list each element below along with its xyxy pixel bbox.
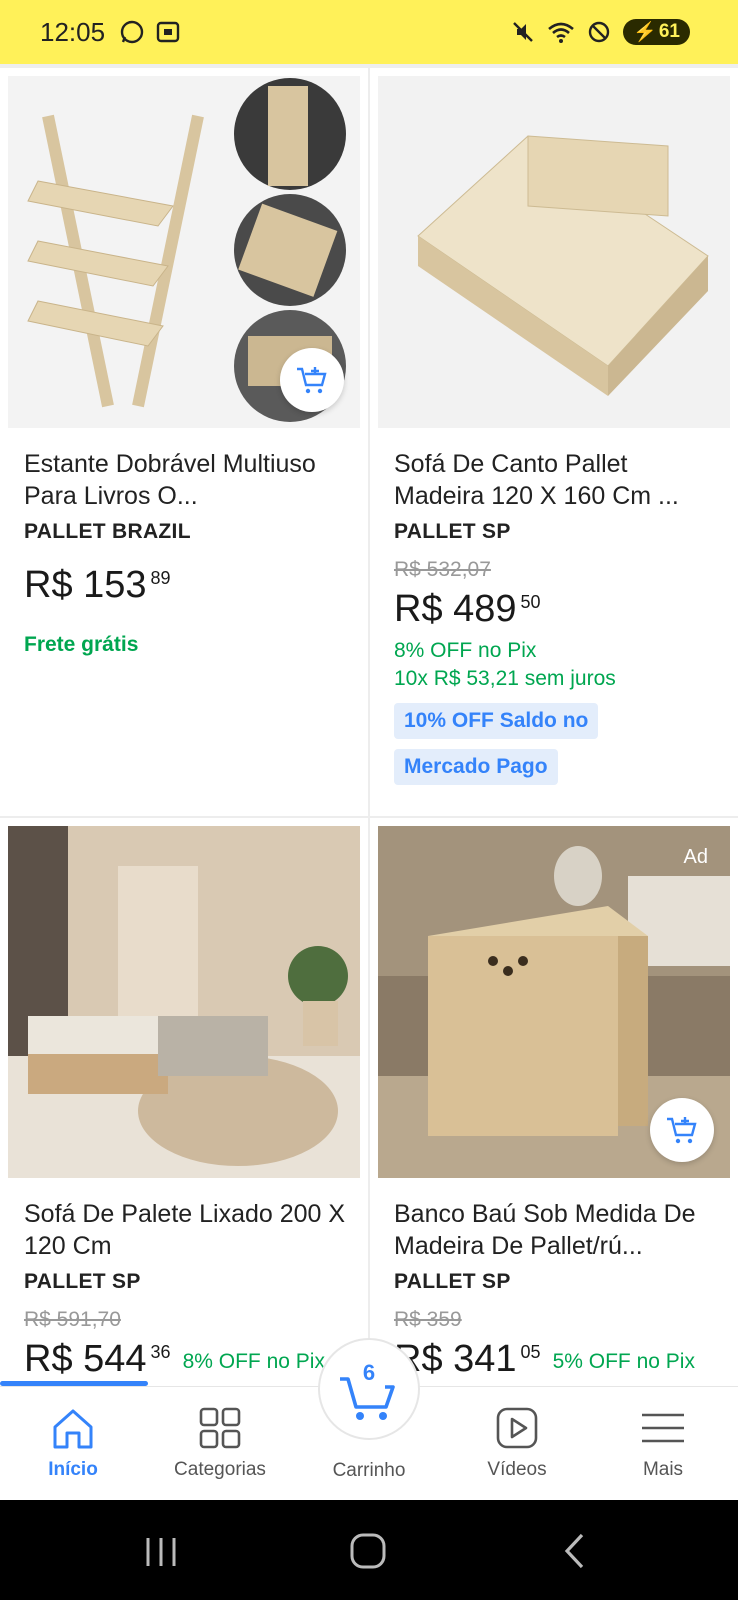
old-price: R$ 591,70 [24,1308,121,1331]
product-grid: Estante Dobrável Multiuso Para Livros O.… [0,68,738,1386]
promo-badge: Mercado Pago [394,749,558,785]
product-image[interactable] [8,826,360,1178]
product-title[interactable]: Banco Baú Sob Medida De Madeira De Palle… [394,1198,718,1262]
nav-more-label: Mais [642,1459,684,1480]
product-seller: PALLET SP [394,520,511,543]
status-bar: 12:05 ⚡ 61 [0,0,738,64]
sofa-corner-photo [378,76,730,428]
product-card[interactable]: Ad Banco Baú Sob Medida De Madeira De Pa… [378,826,734,1381]
menu-icon [642,1413,684,1443]
cart-count-badge: 6 [362,1360,376,1385]
product-price: R$ 544 36 8% OFF no Pix [24,1338,325,1380]
add-to-cart-button[interactable] [280,348,344,412]
old-price: R$ 359 [394,1308,462,1331]
product-card[interactable]: Sofá De Palete Lixado 200 X 120 Cm PALLE… [8,826,364,1381]
free-shipping-label: Frete grátis [24,633,139,656]
cart-button[interactable]: 6 [318,1338,420,1440]
product-card[interactable]: Estante Dobrável Multiuso Para Livros O.… [8,76,364,659]
nav-home[interactable]: Início [3,1387,143,1501]
status-time: 12:05 [40,16,106,47]
product-seller: PALLET BRAZIL [24,520,191,543]
video-play-icon [496,1407,538,1449]
product-image[interactable]: Ad [378,826,730,1178]
pix-discount-label: 5% OFF no Pix [552,1350,695,1373]
product-title[interactable]: Sofá De Palete Lixado 200 X 120 Cm [24,1198,348,1262]
home-icon [53,1409,93,1449]
recent-apps-icon[interactable] [144,1536,178,1568]
grid-icon [199,1407,241,1449]
mute-icon [513,22,534,42]
product-title[interactable]: Estante Dobrável Multiuso Para Livros O.… [24,448,348,512]
product-image[interactable] [8,76,360,428]
nav-home-label: Início [48,1459,98,1480]
system-nav-bar [0,1500,738,1600]
product-seller: PALLET SP [24,1270,141,1293]
wifi-icon [548,22,575,43]
old-price: R$ 532,07 [394,558,491,581]
battery-indicator: ⚡ 61 [623,19,690,45]
back-icon[interactable] [562,1532,586,1570]
nav-cart-label: Carrinho [332,1460,406,1481]
whatsapp-icon [120,20,144,44]
product-title[interactable]: Sofá De Canto Pallet Madeira 120 X 160 C… [394,448,718,512]
product-seller: PALLET SP [394,1270,511,1293]
installments-label: 10x R$ 53,21 sem juros [394,667,616,690]
pix-discount-label: 8% OFF no Pix [394,639,537,662]
nav-videos-label: Vídeos [487,1459,547,1480]
ad-badge: Ad [683,846,708,868]
product-card[interactable]: Sofá De Canto Pallet Madeira 120 X 160 C… [378,76,734,785]
nav-categories[interactable]: Categorias [150,1387,290,1501]
product-price: R$ 341 05 5% OFF no Pix [394,1338,695,1380]
screenshot-icon [156,21,180,43]
dnd-icon [588,21,610,43]
promo-badge: 10% OFF Saldo no [394,703,599,739]
pallet-sofa-photo [8,826,360,1178]
pix-discount-label: 8% OFF no Pix [182,1350,325,1373]
cart-plus-icon [297,367,327,394]
nav-more[interactable]: Mais [593,1387,733,1501]
product-image[interactable] [378,76,730,428]
home-button-icon[interactable] [349,1532,387,1570]
product-price: R$ 489 50 [394,588,541,630]
product-price: R$ 153 89 [24,564,171,606]
nav-videos[interactable]: Vídeos [447,1387,587,1501]
cart-plus-icon [667,1117,697,1144]
nav-categories-label: Categorias [174,1459,266,1480]
add-to-cart-button[interactable] [650,1098,714,1162]
